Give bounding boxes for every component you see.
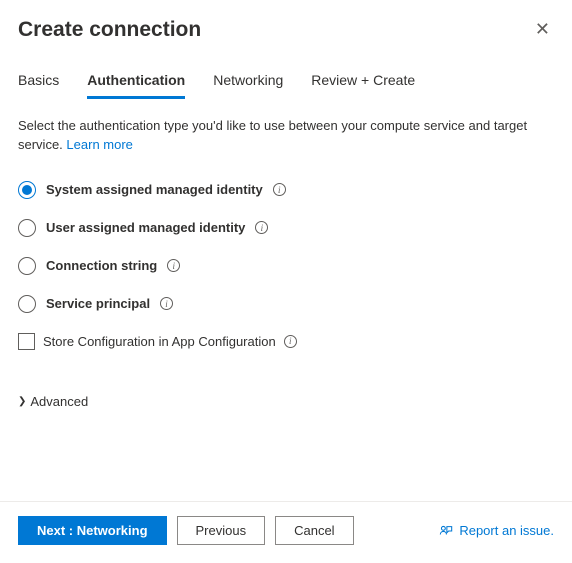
learn-more-link[interactable]: Learn more: [66, 137, 132, 152]
tab-bar: Basics Authentication Networking Review …: [0, 42, 572, 99]
radio-label: Connection string: [46, 258, 157, 273]
tab-review-create[interactable]: Review + Create: [311, 72, 415, 99]
radio-user-assigned[interactable]: User assigned managed identity i: [18, 219, 554, 237]
info-icon[interactable]: i: [167, 259, 180, 272]
radio-system-assigned[interactable]: System assigned managed identity i: [18, 181, 554, 199]
radio-label: System assigned managed identity: [46, 182, 263, 197]
radio-connection-string[interactable]: Connection string i: [18, 257, 554, 275]
info-icon[interactable]: i: [284, 335, 297, 348]
close-icon[interactable]: ✕: [531, 18, 554, 40]
checkbox-input[interactable]: [18, 333, 35, 350]
advanced-toggle[interactable]: ❯ Advanced: [18, 394, 554, 409]
radio-input[interactable]: [18, 219, 36, 237]
tab-networking[interactable]: Networking: [213, 72, 283, 99]
advanced-label: Advanced: [30, 394, 88, 409]
radio-input[interactable]: [18, 181, 36, 199]
report-issue-label: Report an issue.: [459, 523, 554, 538]
radio-service-principal[interactable]: Service principal i: [18, 295, 554, 313]
cancel-button[interactable]: Cancel: [275, 516, 353, 545]
auth-radio-group: System assigned managed identity i User …: [18, 181, 554, 313]
radio-label: Service principal: [46, 296, 150, 311]
store-config-checkbox-row[interactable]: Store Configuration in App Configuration…: [18, 333, 554, 350]
feedback-icon: [439, 524, 453, 538]
page-title: Create connection: [18, 18, 201, 42]
info-icon[interactable]: i: [255, 221, 268, 234]
report-issue-link[interactable]: Report an issue.: [439, 523, 554, 538]
tab-authentication[interactable]: Authentication: [87, 72, 185, 99]
tab-basics[interactable]: Basics: [18, 72, 59, 99]
radio-label: User assigned managed identity: [46, 220, 245, 235]
radio-input[interactable]: [18, 257, 36, 275]
chevron-right-icon: ❯: [18, 396, 26, 407]
footer: Next : Networking Previous Cancel Report…: [0, 501, 572, 563]
description-text: Select the authentication type you'd lik…: [18, 117, 554, 155]
info-icon[interactable]: i: [273, 183, 286, 196]
info-icon[interactable]: i: [160, 297, 173, 310]
next-button[interactable]: Next : Networking: [18, 516, 167, 545]
radio-input[interactable]: [18, 295, 36, 313]
checkbox-label: Store Configuration in App Configuration: [43, 334, 276, 349]
previous-button[interactable]: Previous: [177, 516, 266, 545]
